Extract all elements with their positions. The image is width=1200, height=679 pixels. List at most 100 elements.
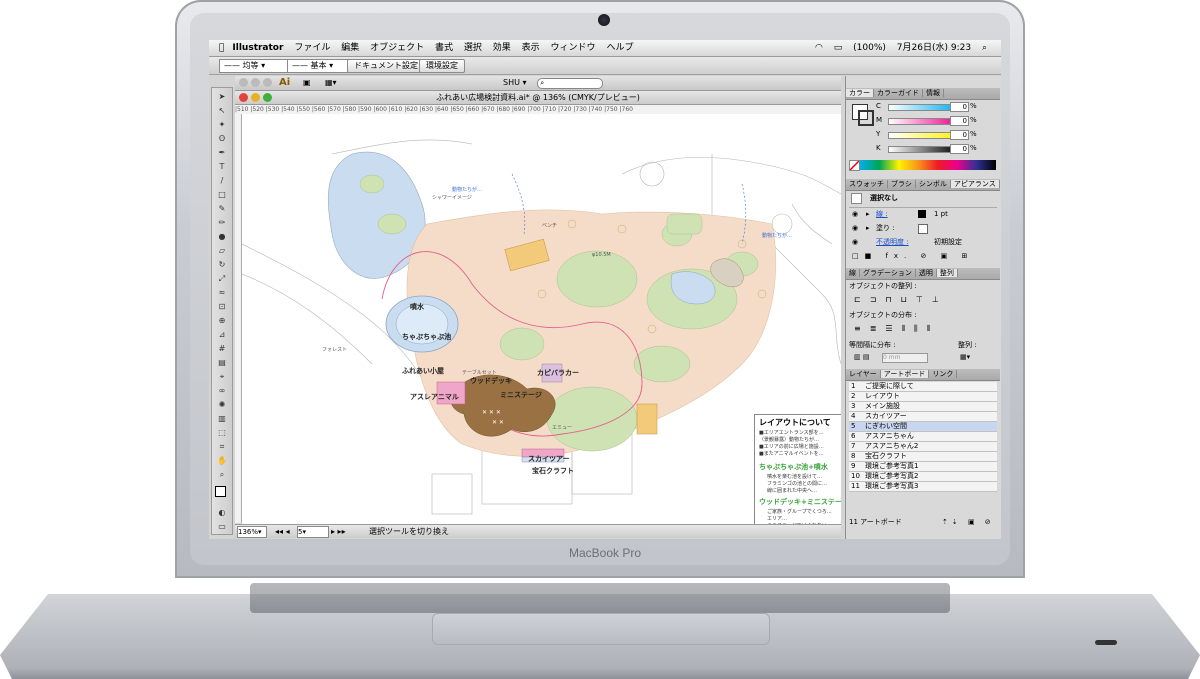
tab-color[interactable]: カラー xyxy=(846,89,874,97)
document-setup-button[interactable]: ドキュメント設定 xyxy=(347,59,425,73)
tab-transparency[interactable]: 透明 xyxy=(915,269,937,277)
mesh-icon[interactable]: # xyxy=(215,344,229,354)
spacing-buttons[interactable]: ▥ ▤ xyxy=(854,353,874,362)
eraser-icon[interactable]: ▱ xyxy=(215,246,229,256)
symbol-sprayer-icon[interactable]: ✺ xyxy=(215,400,229,410)
fill-color-chip[interactable] xyxy=(918,224,928,234)
tab-layers[interactable]: レイヤー xyxy=(846,370,881,378)
type-tool-icon[interactable]: T xyxy=(215,162,229,172)
window-minimize-icon[interactable] xyxy=(251,78,260,87)
artboard-canvas[interactable]: ✕ ✕ ✕ ✕ ✕ 動物たちが… 動物たちが… シャワーイメージ ベンチ φ10… xyxy=(242,114,841,524)
k-value[interactable]: 0 xyxy=(950,144,969,154)
menu-file[interactable]: ファイル xyxy=(294,43,330,53)
distribute-buttons[interactable]: ≡≣☰⫴⫼⦀ xyxy=(854,324,1001,333)
y-value[interactable]: 0 xyxy=(950,130,969,140)
pen-tool-icon[interactable]: ✒ xyxy=(215,148,229,158)
paintbrush-icon[interactable]: ✎ xyxy=(215,204,229,214)
tab-swatches[interactable]: スウォッチ xyxy=(846,180,888,188)
tab-brushes[interactable]: ブラシ xyxy=(888,180,916,188)
tab-color-guide[interactable]: カラーガイド xyxy=(874,89,923,97)
menu-app-name[interactable]: Illustrator xyxy=(232,43,283,53)
vertical-ruler[interactable] xyxy=(235,114,242,523)
tab-align[interactable]: 整列 xyxy=(936,269,958,277)
artboard-row-8[interactable]: 8 宝石クラフト xyxy=(849,452,997,462)
c-value[interactable]: 0 xyxy=(950,102,969,112)
brush-select[interactable]: —— 基本 ▾ xyxy=(287,59,353,73)
tab-stroke[interactable]: 線 xyxy=(846,269,860,277)
drawing-mode-icon[interactable]: ◐ xyxy=(215,508,229,518)
expand-stroke-icon[interactable]: ▸ xyxy=(866,210,874,219)
appearance-footer-icons[interactable]: □■ fx. ⊘ ▣ ⊞ xyxy=(852,252,996,261)
color-spectrum[interactable] xyxy=(860,160,996,170)
align-to-select[interactable]: ▦▾ xyxy=(960,353,980,362)
pencil-icon[interactable]: ✏ xyxy=(215,218,229,228)
magic-wand-icon[interactable]: ✦ xyxy=(215,120,229,130)
menu-edit[interactable]: 編集 xyxy=(341,43,359,53)
stroke-color-chip[interactable] xyxy=(918,210,926,218)
menu-type[interactable]: 書式 xyxy=(435,43,453,53)
fill-label[interactable]: 塗り : xyxy=(876,224,916,233)
hand-tool-icon[interactable]: ✋ xyxy=(215,456,229,466)
rectangle-tool-icon[interactable]: □ xyxy=(215,190,229,200)
stroke-weight[interactable]: 1 pt xyxy=(934,210,974,219)
eyedropper-icon[interactable]: ⌖ xyxy=(215,372,229,382)
artboard-tool-icon[interactable]: ⬚ xyxy=(215,428,229,438)
stroke-profile-select[interactable]: —— 均等 ▾ xyxy=(219,59,291,73)
menu-select[interactable]: 選択 xyxy=(464,43,482,53)
workspace-switcher[interactable]: SHU ▾ xyxy=(503,76,527,90)
arrange-documents-icon[interactable]: ▦▾ xyxy=(325,76,337,90)
stroke-swatch[interactable] xyxy=(858,110,874,126)
first-artboard-icon[interactable]: ◂◂ ◂ xyxy=(275,525,290,538)
stroke-link[interactable]: 線 : xyxy=(876,210,916,219)
doc-minimize-icon[interactable] xyxy=(251,93,260,102)
artboard-row-5[interactable]: 5 にぎわい空間 xyxy=(849,422,997,432)
tab-info[interactable]: 情報 xyxy=(923,89,944,97)
wifi-icon[interactable]: ◠ xyxy=(815,43,823,53)
doc-close-icon[interactable] xyxy=(239,93,248,102)
gradient-icon[interactable]: ▤ xyxy=(215,358,229,368)
doc-zoom-icon[interactable] xyxy=(263,93,272,102)
zoom-tool-icon[interactable]: ⌕ xyxy=(215,470,229,480)
search-input[interactable]: ⌕ xyxy=(537,78,603,89)
zoom-select[interactable]: 136%▾ xyxy=(237,526,267,538)
menu-view[interactable]: 表示 xyxy=(522,43,540,53)
window-zoom-icon[interactable] xyxy=(263,78,272,87)
eye-icon-stroke[interactable]: ◉ xyxy=(852,210,864,219)
tab-appearance[interactable]: アピアランス xyxy=(950,180,1000,188)
artboard-row-9[interactable]: 9 環境ご参考写真1 xyxy=(849,462,997,472)
tab-gradient[interactable]: グラデーション xyxy=(860,269,916,277)
eye-icon-opacity[interactable]: ◉ xyxy=(852,238,864,247)
spotlight-icon[interactable]: ⌕ xyxy=(982,43,987,53)
bridge-icon[interactable]: ▣ xyxy=(303,76,311,90)
warp-icon[interactable]: ≈ xyxy=(215,288,229,298)
menu-help[interactable]: ヘルプ xyxy=(606,43,633,53)
blend-icon[interactable]: ∞ xyxy=(215,386,229,396)
expand-fill-icon[interactable]: ▸ xyxy=(866,224,874,233)
slice-tool-icon[interactable]: ⌗ xyxy=(215,442,229,452)
perspective-icon[interactable]: ⊿ xyxy=(215,330,229,340)
status-text[interactable]: 選択ツールを切り換え xyxy=(369,525,449,538)
next-artboard-icon[interactable]: ▸ ▸▸ xyxy=(331,525,346,538)
align-buttons[interactable]: ⊏⊐⊓⊔⊤⊥ xyxy=(854,295,1001,304)
blob-brush-icon[interactable]: ● xyxy=(215,232,229,242)
tab-links[interactable]: リンク xyxy=(929,370,958,378)
artboard-row-11[interactable]: 11 環境ご参考写真3 xyxy=(849,482,997,492)
screen-mode-icon[interactable]: ▭ xyxy=(215,522,229,532)
direct-selection-icon[interactable]: ↖ xyxy=(215,106,229,116)
artboard-row-3[interactable]: 3 メイン施設 xyxy=(849,402,997,412)
tab-symbols[interactable]: シンボル xyxy=(915,180,951,188)
artboard-row-4[interactable]: 4 スカイツアー xyxy=(849,412,997,422)
document-tab[interactable]: ふれあい広場検討資料.ai* @ 136% (CMYK/プレビュー) xyxy=(235,91,841,105)
window-close-icon[interactable] xyxy=(239,78,248,87)
menu-object[interactable]: オブジェクト xyxy=(370,43,424,53)
artboard-row-10[interactable]: 10 環境ご参考写真2 xyxy=(849,472,997,482)
menu-window[interactable]: ウィンドウ xyxy=(551,43,596,53)
menu-effect[interactable]: 効果 xyxy=(493,43,511,53)
clock[interactable]: 7月26日(水) 9:23 xyxy=(897,43,971,53)
fill-stroke-swatch[interactable] xyxy=(215,486,229,502)
none-swatch-icon[interactable] xyxy=(849,160,860,171)
selection-tool-icon[interactable]: ➤ xyxy=(215,92,229,102)
artboard-row-6[interactable]: 6 アスアニちゃん xyxy=(849,432,997,442)
line-tool-icon[interactable]: / xyxy=(215,176,229,186)
rotate-icon[interactable]: ↻ xyxy=(215,260,229,270)
